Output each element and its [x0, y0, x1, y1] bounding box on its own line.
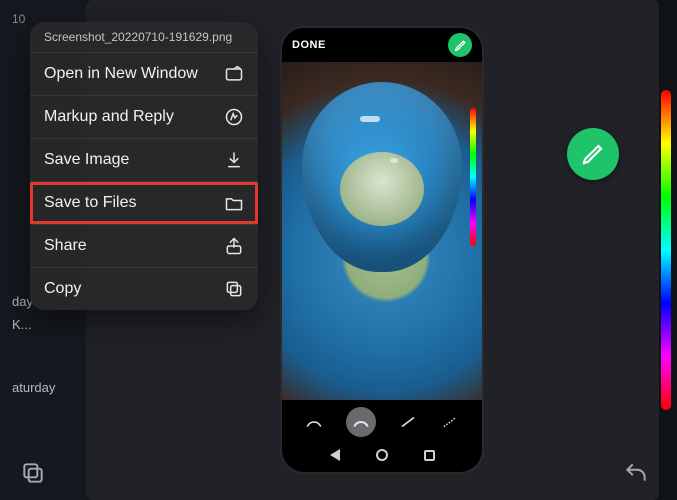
hue-slider-small[interactable]: [470, 108, 476, 246]
sidebar-row: K...: [0, 313, 86, 336]
menu-save-to-files[interactable]: Save to Files: [30, 182, 258, 225]
markup-icon: [224, 107, 244, 127]
reply-icon[interactable]: [623, 460, 649, 486]
menu-item-label: Save to Files: [44, 194, 136, 212]
menu-item-label: Open in New Window: [44, 65, 198, 83]
menu-open-new-window[interactable]: Open in New Window: [30, 53, 258, 96]
menu-share[interactable]: Share: [30, 225, 258, 268]
phone-preview: DONE: [282, 28, 482, 472]
brush-tool-4-icon[interactable]: [440, 412, 460, 432]
edit-button-large[interactable]: [567, 128, 619, 180]
new-window-icon: [224, 64, 244, 84]
context-menu-filename: Screenshot_20220710-191629.png: [30, 22, 258, 53]
folder-icon: [224, 193, 244, 213]
nav-back-icon[interactable]: [330, 449, 340, 461]
download-icon: [224, 150, 244, 170]
share-icon: [224, 236, 244, 256]
hue-slider-large[interactable]: [661, 90, 671, 410]
done-button[interactable]: DONE: [292, 39, 326, 51]
menu-markup-and-reply[interactable]: Markup and Reply: [30, 96, 258, 139]
copy-toolbar-icon[interactable]: [20, 460, 46, 486]
copy-icon: [224, 279, 244, 299]
brush-tool-2-icon[interactable]: [346, 407, 376, 437]
menu-item-label: Share: [44, 237, 87, 255]
phone-top-bar: DONE: [282, 28, 482, 62]
android-nav-bar: [282, 442, 482, 468]
menu-item-label: Copy: [44, 280, 81, 298]
nav-recents-icon[interactable]: [424, 450, 435, 461]
menu-item-label: Markup and Reply: [44, 108, 174, 126]
phone-markup-tools: [282, 402, 482, 442]
nav-home-icon[interactable]: [376, 449, 388, 461]
context-menu: Screenshot_20220710-191629.png Open in N…: [30, 22, 258, 310]
menu-save-image[interactable]: Save Image: [30, 139, 258, 182]
menu-item-label: Save Image: [44, 151, 129, 169]
sidebar-row: aturday: [0, 376, 86, 399]
menu-copy[interactable]: Copy: [30, 268, 258, 310]
edit-button-small[interactable]: [448, 33, 472, 57]
brush-tool-3-icon[interactable]: [398, 412, 418, 432]
phone-photo: [282, 62, 482, 400]
brush-tool-1-icon[interactable]: [304, 412, 324, 432]
